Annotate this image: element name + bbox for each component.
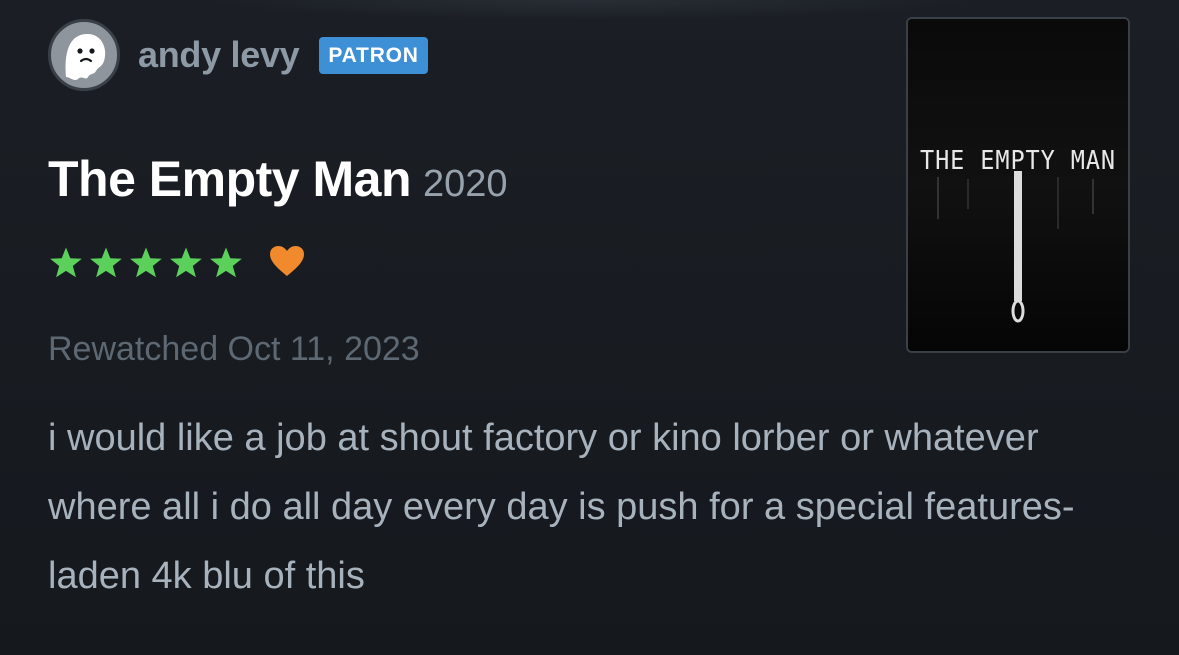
film-year-link[interactable]: 2020 <box>423 163 508 206</box>
film-title-link[interactable]: The Empty Man <box>48 150 411 208</box>
watched-date[interactable]: Rewatched Oct 11, 2023 <box>48 330 420 369</box>
avatar[interactable] <box>48 19 120 91</box>
star-icon <box>48 246 84 280</box>
patron-badge: PATRON <box>319 36 428 74</box>
star-icon <box>208 246 244 280</box>
username-link[interactable]: andy levy <box>138 34 300 76</box>
film-poster[interactable]: THE EMPTY MAN <box>906 17 1130 353</box>
star-icon <box>88 246 124 280</box>
ghost-avatar-icon <box>65 33 106 80</box>
star-icon <box>168 246 204 280</box>
rating-row <box>48 240 306 286</box>
star-rating <box>48 246 244 280</box>
film-heading: The Empty Man 2020 <box>48 150 508 208</box>
liked-heart-icon <box>268 244 306 283</box>
star-icon <box>128 246 164 280</box>
review-text: i would like a job at shout factory or k… <box>48 417 1075 597</box>
poster-artwork: THE EMPTY MAN <box>908 19 1128 351</box>
reviewer-header: andy levy PATRON <box>48 17 428 93</box>
